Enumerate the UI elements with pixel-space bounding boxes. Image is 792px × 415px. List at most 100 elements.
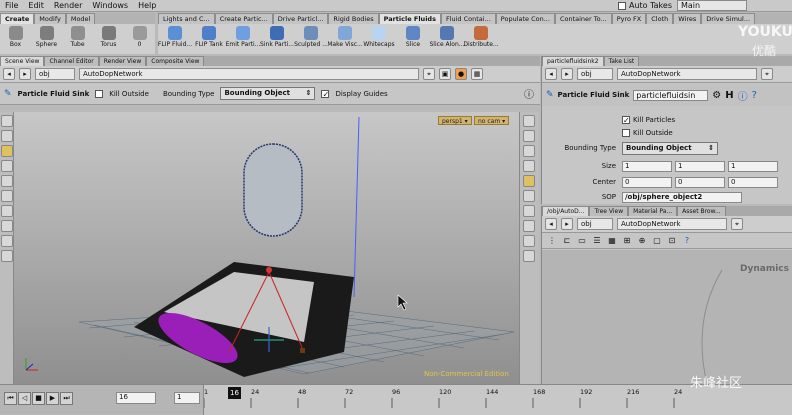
tool-sink-particles-button[interactable]: Sink Parti... bbox=[260, 24, 294, 54]
parm-bounding-type-select[interactable]: Bounding Object ⇕ bbox=[622, 141, 718, 155]
net-tree-icon[interactable]: ⊏ bbox=[561, 235, 573, 247]
lighting-icon[interactable] bbox=[523, 160, 535, 172]
parm-forward-icon[interactable]: ▸ bbox=[561, 68, 573, 80]
net-pane-tab-0[interactable]: /obj/AutoD... bbox=[542, 206, 590, 216]
bounding-type-select[interactable]: Bounding Object ⇕ bbox=[220, 87, 316, 100]
tool-flip-fluid-button[interactable]: FLIP Fluid... bbox=[158, 24, 192, 54]
parm-kill-outside-checkbox[interactable] bbox=[622, 129, 630, 137]
pin-icon[interactable]: ⌖ bbox=[423, 68, 435, 80]
stop-icon[interactable]: ■ bbox=[32, 392, 45, 405]
auto-takes-checkbox[interactable] bbox=[617, 1, 626, 10]
tool-make-viscous-button[interactable]: Make Visc... bbox=[328, 24, 362, 54]
parm-pin-icon[interactable]: ⌖ bbox=[761, 68, 773, 80]
net-frame-icon[interactable]: ▢ bbox=[651, 235, 663, 247]
shelf-tab-left-0[interactable]: Create bbox=[0, 13, 35, 24]
tool-flip-tank-button[interactable]: FLIP Tank bbox=[192, 24, 226, 54]
transform-tool-icon[interactable] bbox=[1, 130, 13, 142]
center-z-field[interactable]: 0 bbox=[728, 176, 778, 188]
display-options-icon[interactable]: ▦ bbox=[471, 68, 483, 80]
snap-tool-icon[interactable] bbox=[1, 220, 13, 232]
shelf-tab-right-9[interactable]: Cloth bbox=[646, 13, 674, 24]
shelf-tab-right-5[interactable]: Fluid Contai... bbox=[440, 13, 496, 24]
background-icon[interactable] bbox=[523, 220, 535, 232]
play-icon[interactable]: ▶ bbox=[46, 392, 59, 405]
net-help-icon[interactable]: ? bbox=[681, 235, 693, 247]
step-back-icon[interactable]: ◁ bbox=[18, 392, 31, 405]
shelf-tab-left-2[interactable]: Model bbox=[65, 13, 96, 24]
parm-path-root[interactable]: obj bbox=[577, 68, 613, 80]
goto-end-icon[interactable]: ⏭ bbox=[60, 392, 73, 405]
3d-viewport[interactable]: persp1 ▾ no cam ▾ Non-Commercial Edition bbox=[14, 112, 519, 384]
shelf-tab-right-4[interactable]: Particle Fluids bbox=[378, 13, 441, 24]
net-grid-icon[interactable]: ▦ bbox=[606, 235, 618, 247]
parm-pane-tab-0[interactable]: particlefluidsink2 bbox=[542, 56, 604, 66]
shelf-tab-right-2[interactable]: Drive Particl... bbox=[272, 13, 329, 24]
display-mode-icon[interactable] bbox=[523, 115, 535, 127]
tool-slice-along-button[interactable]: Slice Alon... bbox=[430, 24, 464, 54]
net-back-icon[interactable]: ◂ bbox=[545, 218, 557, 230]
tool-tube-button[interactable]: Tube bbox=[62, 24, 93, 54]
shelf-tab-right-3[interactable]: Rigid Bodies bbox=[328, 13, 379, 24]
tool-grid-button[interactable]: 0 bbox=[124, 24, 155, 54]
camera-tool-icon[interactable] bbox=[1, 250, 13, 262]
menu-windows[interactable]: Windows bbox=[87, 1, 133, 10]
parm-path-node[interactable]: AutoDopNetwork bbox=[617, 68, 757, 80]
center-x-field[interactable]: 0 bbox=[622, 176, 672, 188]
tool-torus-button[interactable]: Torus bbox=[93, 24, 124, 54]
display-guides-checkbox[interactable] bbox=[321, 89, 330, 98]
cube-view-icon[interactable]: ▣ bbox=[439, 68, 451, 80]
shelf-tab-right-7[interactable]: Container To... bbox=[554, 13, 612, 24]
tool-whitecaps-button[interactable]: Whitecaps bbox=[362, 24, 396, 54]
tool-distribute-button[interactable]: Distribute... bbox=[464, 24, 498, 54]
start-frame-field[interactable]: 1 bbox=[174, 392, 200, 404]
net-path-root[interactable]: obj bbox=[577, 218, 613, 230]
net-list-icon[interactable]: ☰ bbox=[591, 235, 603, 247]
forward-icon[interactable]: ▸ bbox=[19, 68, 31, 80]
paint-tool-icon[interactable] bbox=[1, 205, 13, 217]
size-z-field[interactable]: 1 bbox=[728, 160, 778, 172]
menu-edit[interactable]: Edit bbox=[23, 1, 49, 10]
net-align-icon[interactable]: ⋮ bbox=[546, 235, 558, 247]
size-x-field[interactable]: 1 bbox=[622, 160, 672, 172]
scene-pane-tab-2[interactable]: Render View bbox=[98, 56, 147, 66]
snapshot-icon[interactable] bbox=[523, 235, 535, 247]
template-icon[interactable] bbox=[523, 205, 535, 217]
path-root[interactable]: obj bbox=[35, 68, 75, 80]
grid-toggle-icon[interactable] bbox=[523, 250, 535, 262]
current-frame-field[interactable]: 16 bbox=[116, 392, 156, 404]
node-name-field[interactable]: particlefluidsin bbox=[633, 89, 709, 101]
net-zoom-icon[interactable]: ⊕ bbox=[636, 235, 648, 247]
help-parm-icon[interactable]: ? bbox=[752, 90, 757, 101]
magnify-icon[interactable] bbox=[523, 190, 535, 202]
handle-tool-icon[interactable] bbox=[1, 175, 13, 187]
shelf-tab-right-1[interactable]: Create Partic... bbox=[214, 13, 273, 24]
shelf-tab-right-8[interactable]: Pyro FX bbox=[611, 13, 647, 24]
net-layout-icon[interactable]: ⊞ bbox=[621, 235, 633, 247]
gear-icon[interactable]: ⚙ bbox=[712, 90, 721, 101]
pose-tool-icon[interactable] bbox=[1, 190, 13, 202]
parm-pane-tab-1[interactable]: Take List bbox=[603, 56, 640, 66]
size-y-field[interactable]: 1 bbox=[675, 160, 725, 172]
tool-emit-particles-button[interactable]: Emit Parti... bbox=[226, 24, 260, 54]
net-pane-tab-3[interactable]: Asset Brow... bbox=[677, 206, 726, 216]
goto-start-icon[interactable]: ⏮ bbox=[4, 392, 17, 405]
scene-pane-tab-1[interactable]: Channel Editor bbox=[44, 56, 99, 66]
persp-camera-menu[interactable]: persp1 ▾ bbox=[438, 116, 472, 125]
net-pane-tab-1[interactable]: Tree View bbox=[589, 206, 629, 216]
back-icon[interactable]: ◂ bbox=[3, 68, 15, 80]
sop-path-field[interactable]: /obj/sphere_object2 bbox=[622, 191, 742, 203]
render-icon[interactable]: ● bbox=[455, 68, 467, 80]
net-pin-icon[interactable]: ⌖ bbox=[731, 218, 743, 230]
shelf-tab-right-0[interactable]: Lights and C... bbox=[158, 13, 215, 24]
shaded-icon[interactable] bbox=[523, 145, 535, 157]
kill-particles-checkbox[interactable] bbox=[622, 116, 630, 124]
info-icon[interactable]: ⓘ bbox=[738, 88, 748, 103]
shelf-tab-right-10[interactable]: Wires bbox=[673, 13, 702, 24]
shelf-tab-right-6[interactable]: Populate Con... bbox=[495, 13, 555, 24]
net-pane-tab-2[interactable]: Material Pa... bbox=[628, 206, 678, 216]
tool-sculpted-button[interactable]: Sculpted ... bbox=[294, 24, 328, 54]
menu-file[interactable]: File bbox=[0, 1, 23, 10]
net-path-node[interactable]: AutoDopNetwork bbox=[617, 218, 727, 230]
view-tool-icon[interactable] bbox=[1, 235, 13, 247]
network-editor[interactable]: Dynamics bbox=[542, 250, 792, 385]
